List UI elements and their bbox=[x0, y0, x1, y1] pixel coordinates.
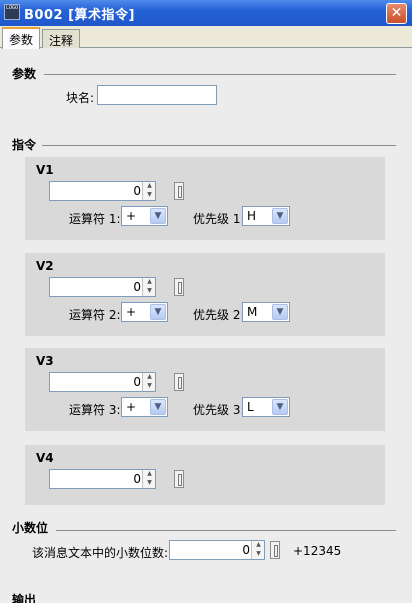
group-title-v2: V2 bbox=[36, 259, 54, 273]
v2-operator-label: 运算符 2: bbox=[69, 308, 121, 322]
group-title-v1: V1 bbox=[36, 163, 54, 177]
decimals-value: 0 bbox=[242, 543, 250, 557]
v1-reference-button[interactable] bbox=[174, 182, 184, 200]
v1-value-stepper[interactable]: 0 ▲ ▼ bbox=[49, 181, 156, 201]
section-heading-instructions: 指令 bbox=[12, 138, 37, 152]
chevron-down-icon[interactable]: ▼ bbox=[150, 304, 166, 320]
spin-down-icon[interactable]: ▼ bbox=[145, 479, 154, 487]
group-v1: V1 0 ▲ ▼ 运算符 1: + ▼ 优先级 1: H ▼ bbox=[25, 157, 385, 240]
spin-up-icon[interactable]: ▲ bbox=[145, 182, 154, 190]
spin-down-icon[interactable]: ▼ bbox=[145, 382, 154, 390]
v3-value-stepper[interactable]: 0 ▲ ▼ bbox=[49, 372, 156, 392]
chevron-down-icon[interactable]: ▼ bbox=[272, 208, 288, 224]
decimals-reference-button[interactable] bbox=[270, 541, 280, 559]
v1-operator-value: + bbox=[126, 209, 137, 223]
v4-value-stepper[interactable]: 0 ▲ ▼ bbox=[49, 469, 156, 489]
v2-priority-select[interactable]: M ▼ bbox=[242, 302, 290, 322]
v1-operator-label: 运算符 1: bbox=[69, 212, 121, 226]
spin-up-icon[interactable]: ▲ bbox=[145, 278, 154, 286]
group-v4: V4 0 ▲ ▼ bbox=[25, 445, 385, 505]
section-heading-decimals: 小数位 bbox=[12, 521, 49, 535]
spin-down-icon[interactable]: ▼ bbox=[145, 191, 154, 199]
chevron-down-icon[interactable]: ▼ bbox=[272, 399, 288, 415]
v3-priority-label: 优先级 3: bbox=[193, 403, 245, 417]
close-button[interactable]: ✕ bbox=[386, 3, 407, 24]
v2-operator-select[interactable]: + ▼ bbox=[121, 302, 168, 322]
block-name-input[interactable] bbox=[97, 85, 217, 105]
decimals-stepper[interactable]: 0 ▲ ▼ bbox=[169, 540, 265, 560]
v3-reference-button[interactable] bbox=[174, 373, 184, 391]
v2-priority-label: 优先级 2: bbox=[193, 308, 245, 322]
close-icon: ✕ bbox=[390, 5, 403, 21]
spin-up-icon[interactable]: ▲ bbox=[145, 373, 154, 381]
v4-spin-buttons[interactable]: ▲ ▼ bbox=[142, 470, 155, 488]
v2-reference-button[interactable] bbox=[174, 278, 184, 296]
chevron-down-icon[interactable]: ▼ bbox=[272, 304, 288, 320]
spin-down-icon[interactable]: ▼ bbox=[145, 287, 154, 295]
v1-priority-select[interactable]: H ▼ bbox=[242, 206, 290, 226]
group-title-v3: V3 bbox=[36, 354, 54, 368]
v2-spin-buttons[interactable]: ▲ ▼ bbox=[142, 278, 155, 296]
logo-app-icon: LOGO bbox=[4, 4, 20, 20]
v3-operator-label: 运算符 3: bbox=[69, 403, 121, 417]
chevron-down-icon[interactable]: ▼ bbox=[150, 208, 166, 224]
title-bar: LOGO B002 [算术指令] ✕ bbox=[0, 0, 412, 26]
section-heading-params: 参数 bbox=[12, 67, 37, 81]
section-heading-output: 输出 bbox=[12, 593, 37, 603]
v2-operator-value: + bbox=[126, 305, 137, 319]
window-title: B002 [算术指令] bbox=[24, 8, 135, 23]
v1-priority-value: H bbox=[247, 209, 257, 223]
tab-comment[interactable]: 注释 bbox=[42, 29, 81, 48]
v1-priority-label: 优先级 1: bbox=[193, 212, 245, 226]
v3-value: 0 bbox=[133, 375, 141, 389]
section-divider bbox=[44, 74, 396, 75]
v3-operator-value: + bbox=[126, 400, 137, 414]
group-v2: V2 0 ▲ ▼ 运算符 2: + ▼ 优先级 2: M ▼ bbox=[25, 253, 385, 336]
block-name-label: 块名: bbox=[66, 91, 95, 105]
v3-spin-buttons[interactable]: ▲ ▼ bbox=[142, 373, 155, 391]
v2-value: 0 bbox=[133, 280, 141, 294]
group-v3: V3 0 ▲ ▼ 运算符 3: + ▼ 优先级 3: L ▼ bbox=[25, 348, 385, 431]
v3-operator-select[interactable]: + ▼ bbox=[121, 397, 168, 417]
spin-up-icon[interactable]: ▲ bbox=[145, 470, 154, 478]
spin-down-icon[interactable]: ▼ bbox=[254, 550, 263, 558]
v4-value: 0 bbox=[133, 472, 141, 486]
tab-strip: 参数 注释 bbox=[0, 26, 412, 49]
v3-priority-select[interactable]: L ▼ bbox=[242, 397, 290, 417]
v1-spin-buttons[interactable]: ▲ ▼ bbox=[142, 182, 155, 200]
section-divider bbox=[42, 145, 396, 146]
decimals-preview: +12345 bbox=[293, 544, 342, 558]
section-divider bbox=[56, 530, 396, 531]
chevron-down-icon[interactable]: ▼ bbox=[150, 399, 166, 415]
group-title-v4: V4 bbox=[36, 451, 54, 465]
v1-operator-select[interactable]: + ▼ bbox=[121, 206, 168, 226]
v2-priority-value: M bbox=[247, 305, 258, 319]
decimals-label: 该消息文本中的小数位数: bbox=[32, 546, 169, 560]
v3-priority-value: L bbox=[247, 400, 254, 414]
spin-up-icon[interactable]: ▲ bbox=[254, 541, 263, 549]
v4-reference-button[interactable] bbox=[174, 470, 184, 488]
decimals-spin-buttons[interactable]: ▲ ▼ bbox=[251, 541, 264, 559]
dialog-content: 参数 块名: 指令 V1 0 ▲ ▼ 运算符 1: + ▼ 优先级 1: H ▼… bbox=[0, 48, 412, 603]
tab-parameters[interactable]: 参数 bbox=[2, 27, 41, 49]
v2-value-stepper[interactable]: 0 ▲ ▼ bbox=[49, 277, 156, 297]
v1-value: 0 bbox=[133, 184, 141, 198]
